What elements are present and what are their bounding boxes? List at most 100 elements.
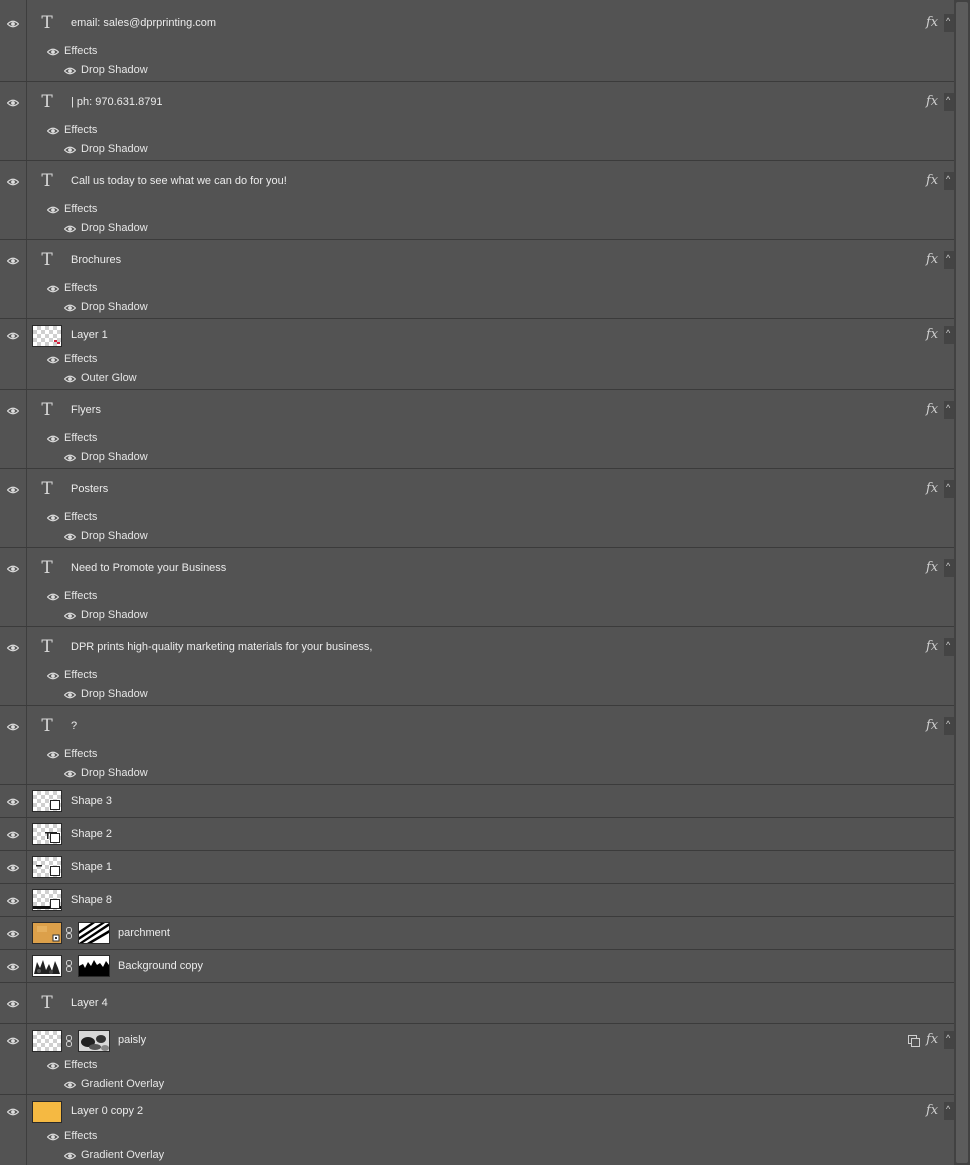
layer-name[interactable]: Shape 8 xyxy=(71,893,112,907)
eye-icon[interactable] xyxy=(64,533,76,541)
eye-icon[interactable] xyxy=(64,770,76,778)
scrollbar-thumb[interactable] xyxy=(956,2,968,1163)
layer-name[interactable]: Need to Promote your Business xyxy=(71,561,226,575)
effects-label[interactable]: Effects xyxy=(64,352,97,366)
layer-thumbnail[interactable] xyxy=(32,856,62,878)
layer-thumbnail[interactable] xyxy=(32,325,62,347)
layer-name[interactable]: | ph: 970.631.8791 xyxy=(71,95,163,109)
layer-name[interactable]: Layer 4 xyxy=(71,996,108,1010)
caret-up-icon[interactable]: ^ xyxy=(944,559,954,577)
fx-icon[interactable]: fx xyxy=(926,328,938,342)
eye-icon[interactable] xyxy=(64,67,76,75)
effects-label[interactable]: Effects xyxy=(64,668,97,682)
caret-up-icon[interactable]: ^ xyxy=(944,480,954,498)
effect-name[interactable]: Drop Shadow xyxy=(81,608,148,622)
layer-thumbnail[interactable] xyxy=(32,889,62,911)
layer-mask-thumbnail[interactable] xyxy=(78,955,110,977)
layer-name[interactable]: email: sales@dprprinting.com xyxy=(71,16,216,30)
layer-name[interactable]: Shape 2 xyxy=(71,827,112,841)
fx-icon[interactable]: fx xyxy=(926,403,938,417)
caret-up-icon[interactable]: ^ xyxy=(944,1102,954,1120)
eye-icon[interactable] xyxy=(7,864,19,872)
effect-name[interactable]: Outer Glow xyxy=(81,371,137,385)
eye-icon[interactable] xyxy=(47,285,59,293)
fx-icon[interactable]: fx xyxy=(926,719,938,733)
eye-icon[interactable] xyxy=(7,897,19,905)
layer-name[interactable]: Layer 1 xyxy=(71,328,108,342)
layer-thumbnail[interactable] xyxy=(32,1101,62,1123)
fx-icon[interactable]: fx xyxy=(926,253,938,267)
layer-name[interactable]: paisly xyxy=(118,1033,146,1047)
caret-up-icon[interactable]: ^ xyxy=(944,251,954,269)
eye-icon[interactable] xyxy=(47,751,59,759)
effects-label[interactable]: Effects xyxy=(64,589,97,603)
fx-icon[interactable]: fx xyxy=(926,174,938,188)
effect-name[interactable]: Drop Shadow xyxy=(81,529,148,543)
layer-row[interactable]: Background copy xyxy=(0,950,954,983)
effects-label[interactable]: Effects xyxy=(64,1129,97,1143)
fx-icon[interactable]: fx xyxy=(926,16,938,30)
effect-name[interactable]: Drop Shadow xyxy=(81,142,148,156)
layer-name[interactable]: Background copy xyxy=(118,959,203,973)
eye-icon[interactable] xyxy=(47,672,59,680)
layer-row[interactable]: Shape 1 xyxy=(0,851,954,884)
effect-name[interactable]: Drop Shadow xyxy=(81,450,148,464)
eye-icon[interactable] xyxy=(64,1152,76,1160)
layer-row[interactable]: Layer 0 copy 2 fx ^ Effects Gradient Ove… xyxy=(0,1095,954,1165)
effects-label[interactable]: Effects xyxy=(64,202,97,216)
fx-icon[interactable]: fx xyxy=(926,561,938,575)
effect-name[interactable]: Gradient Overlay xyxy=(81,1148,164,1162)
chain-link-icon[interactable] xyxy=(65,927,73,939)
eye-icon[interactable] xyxy=(47,435,59,443)
layer-row[interactable]: T | ph: 970.631.8791 fx ^ Effects Drop S… xyxy=(0,82,954,161)
layer-row[interactable]: Shape 2 xyxy=(0,818,954,851)
chain-link-icon[interactable] xyxy=(65,1035,73,1047)
layer-row[interactable]: T Brochures fx ^ Effects Drop Shadow xyxy=(0,240,954,319)
layer-row[interactable]: T Call us today to see what we can do fo… xyxy=(0,161,954,240)
eye-icon[interactable] xyxy=(7,407,19,415)
effect-name[interactable]: Drop Shadow xyxy=(81,687,148,701)
layer-name[interactable]: Posters xyxy=(71,482,108,496)
layer-name[interactable]: Shape 3 xyxy=(71,794,112,808)
caret-up-icon[interactable]: ^ xyxy=(944,93,954,111)
effect-name[interactable]: Gradient Overlay xyxy=(81,1077,164,1091)
effects-label[interactable]: Effects xyxy=(64,431,97,445)
caret-up-icon[interactable]: ^ xyxy=(944,638,954,656)
eye-icon[interactable] xyxy=(7,831,19,839)
effect-name[interactable]: Drop Shadow xyxy=(81,766,148,780)
caret-up-icon[interactable]: ^ xyxy=(944,326,954,344)
eye-icon[interactable] xyxy=(47,593,59,601)
fx-icon[interactable]: fx xyxy=(926,482,938,496)
eye-icon[interactable] xyxy=(64,1081,76,1089)
layer-row[interactable]: T email: sales@dprprinting.com fx ^ Effe… xyxy=(0,0,954,82)
layer-name[interactable]: Brochures xyxy=(71,253,121,267)
eye-icon[interactable] xyxy=(7,723,19,731)
fx-icon[interactable]: fx xyxy=(926,1033,938,1047)
layer-row[interactable]: T Flyers fx ^ Effects Drop Shadow xyxy=(0,390,954,469)
eye-icon[interactable] xyxy=(7,1037,19,1045)
eye-icon[interactable] xyxy=(7,178,19,186)
eye-icon[interactable] xyxy=(7,798,19,806)
effects-label[interactable]: Effects xyxy=(64,510,97,524)
eye-icon[interactable] xyxy=(7,20,19,28)
eye-icon[interactable] xyxy=(64,304,76,312)
layer-row[interactable]: paisly fx ^ Effects Gradient Overlay xyxy=(0,1024,954,1095)
layer-name[interactable]: ? xyxy=(71,719,77,733)
caret-up-icon[interactable]: ^ xyxy=(944,14,954,32)
fx-icon[interactable]: fx xyxy=(926,640,938,654)
eye-icon[interactable] xyxy=(47,48,59,56)
eye-icon[interactable] xyxy=(7,332,19,340)
eye-icon[interactable] xyxy=(7,644,19,652)
eye-icon[interactable] xyxy=(7,1108,19,1116)
eye-icon[interactable] xyxy=(7,486,19,494)
caret-up-icon[interactable]: ^ xyxy=(944,172,954,190)
layer-name[interactable]: Flyers xyxy=(71,403,101,417)
layer-name[interactable]: DPR prints high-quality marketing materi… xyxy=(71,640,372,654)
eye-icon[interactable] xyxy=(64,375,76,383)
eye-icon[interactable] xyxy=(47,1062,59,1070)
fx-icon[interactable]: fx xyxy=(926,95,938,109)
layer-row[interactable]: T Layer 4 xyxy=(0,983,954,1024)
layer-thumbnail[interactable] xyxy=(32,790,62,812)
caret-up-icon[interactable]: ^ xyxy=(944,717,954,735)
eye-icon[interactable] xyxy=(47,514,59,522)
